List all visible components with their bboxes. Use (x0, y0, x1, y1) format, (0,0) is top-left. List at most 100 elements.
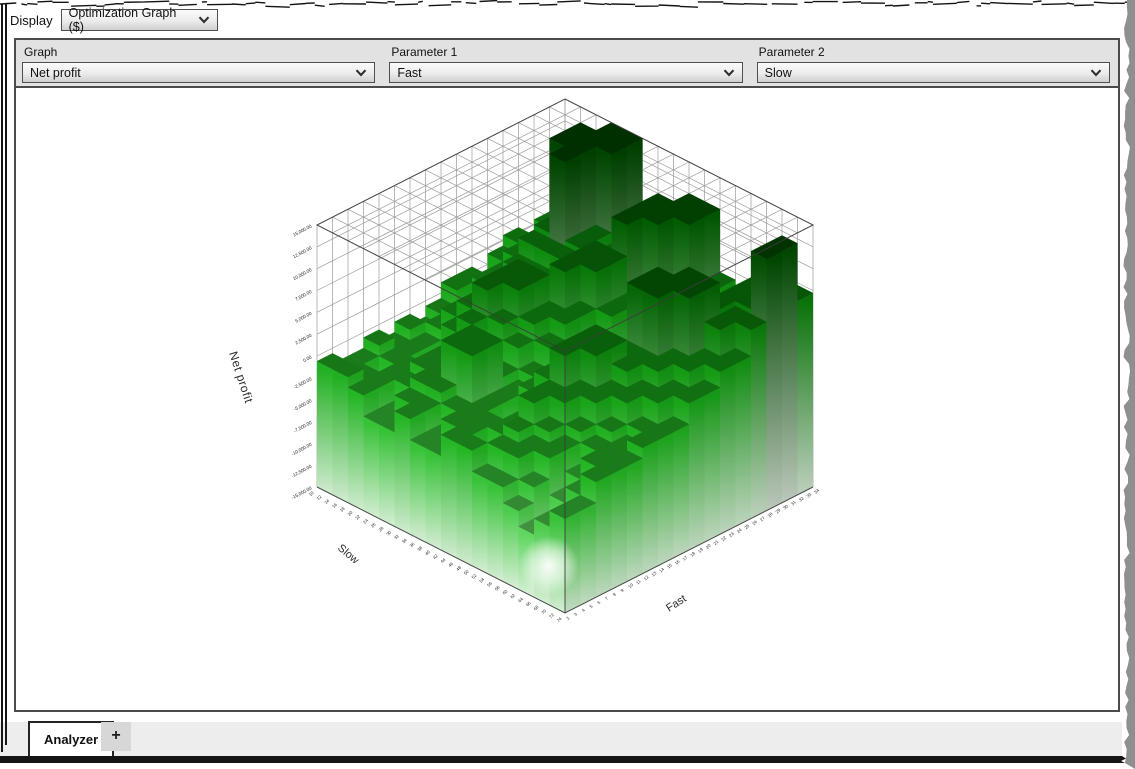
parameter2-dropdown-value: Slow (765, 66, 792, 80)
svg-text:17: 17 (681, 554, 688, 561)
svg-text:42: 42 (432, 553, 439, 560)
svg-text:-12,500.00: -12,500.00 (291, 463, 313, 478)
chart-toolbar: Graph Net profit Parameter 1 Fast Parame… (16, 40, 1118, 88)
svg-text:20: 20 (347, 509, 354, 516)
svg-text:6: 6 (596, 599, 602, 605)
graph-dropdown-value: Net profit (30, 66, 81, 80)
svg-text:58: 58 (494, 584, 501, 591)
add-tab-button[interactable]: + (101, 722, 131, 751)
svg-text:23: 23 (728, 531, 735, 538)
svg-text:27: 27 (759, 515, 766, 522)
svg-text:19: 19 (697, 546, 704, 553)
svg-text:-10,000.00: -10,000.00 (291, 442, 313, 457)
svg-text:3: 3 (573, 611, 579, 617)
svg-text:40: 40 (424, 549, 431, 556)
chevron-down-icon (1090, 69, 1102, 77)
svg-text:28: 28 (767, 511, 774, 518)
svg-text:60: 60 (502, 588, 509, 595)
svg-text:38: 38 (416, 545, 423, 552)
chevron-down-icon (723, 69, 735, 77)
svg-text:18: 18 (689, 550, 696, 557)
svg-text:2,500.00: 2,500.00 (294, 332, 313, 345)
svg-text:12: 12 (316, 494, 323, 501)
svg-text:48: 48 (455, 565, 462, 572)
graph-label: Graph (24, 45, 375, 59)
svg-text:34: 34 (813, 487, 820, 494)
svg-text:26: 26 (751, 519, 758, 526)
svg-text:64: 64 (517, 596, 524, 603)
parameter1-dropdown-value: Fast (397, 66, 421, 80)
svg-text:56: 56 (486, 580, 493, 587)
svg-text:20: 20 (705, 542, 712, 549)
svg-text:66: 66 (525, 600, 532, 607)
parameter1-dropdown[interactable]: Fast (389, 62, 742, 83)
plus-icon: + (111, 727, 120, 744)
svg-text:36: 36 (409, 541, 416, 548)
svg-text:22: 22 (354, 513, 361, 520)
display-bar: Display Optimization Graph ($) (10, 9, 218, 31)
svg-text:10: 10 (627, 582, 634, 589)
svg-text:4: 4 (581, 607, 587, 613)
svg-text:5: 5 (588, 603, 594, 609)
svg-text:29: 29 (774, 507, 781, 514)
parameter2-label: Parameter 2 (759, 45, 1110, 59)
svg-text:25: 25 (743, 523, 750, 530)
svg-text:74: 74 (556, 616, 563, 623)
svg-text:32: 32 (393, 533, 400, 540)
svg-text:7,500.00: 7,500.00 (294, 289, 313, 302)
svg-text:15,000.00: 15,000.00 (292, 223, 313, 237)
surface-plot[interactable]: 1012141618202224262830323436384042444648… (16, 88, 1118, 710)
svg-text:21: 21 (712, 539, 719, 546)
svg-text:8: 8 (612, 591, 618, 597)
svg-text:50: 50 (463, 569, 470, 576)
svg-text:-5,000.00: -5,000.00 (293, 398, 313, 412)
svg-text:2: 2 (565, 615, 571, 621)
svg-text:46: 46 (447, 561, 454, 568)
display-dropdown[interactable]: Optimization Graph ($) (61, 9, 218, 31)
svg-text:22: 22 (720, 535, 727, 542)
display-label: Display (10, 13, 53, 28)
svg-text:-7,500.00: -7,500.00 (293, 420, 313, 434)
chevron-down-icon (355, 69, 367, 77)
chevron-down-icon (198, 16, 210, 24)
svg-text:14: 14 (323, 498, 330, 505)
svg-text:13: 13 (650, 570, 657, 577)
tab-bar (0, 722, 1122, 757)
torn-edge-right (1120, 0, 1135, 769)
svg-text:Slow: Slow (335, 542, 361, 567)
svg-text:12,500.00: 12,500.00 (292, 245, 313, 259)
svg-text:30: 30 (385, 529, 392, 536)
svg-text:10,000.00: 10,000.00 (292, 267, 313, 281)
svg-text:14: 14 (658, 566, 665, 573)
svg-text:44: 44 (440, 557, 447, 564)
svg-text:-2,500.00: -2,500.00 (293, 376, 313, 390)
svg-text:16: 16 (331, 502, 338, 509)
svg-text:24: 24 (362, 517, 369, 524)
svg-text:28: 28 (378, 525, 385, 532)
svg-text:Net profit: Net profit (226, 350, 256, 406)
parameter2-dropdown[interactable]: Slow (757, 62, 1110, 83)
optimization-surface-chart[interactable]: 1012141618202224262830323436384042444648… (16, 88, 1118, 710)
svg-text:18: 18 (339, 506, 346, 513)
svg-text:32: 32 (798, 495, 805, 502)
svg-text:54: 54 (478, 576, 485, 583)
parameter2-column: Parameter 2 Slow (757, 44, 1110, 86)
svg-text:26: 26 (370, 521, 377, 528)
optimizer-panel: Graph Net profit Parameter 1 Fast Parame… (14, 38, 1120, 712)
svg-text:24: 24 (736, 527, 743, 534)
tab-analyzer-label: Analyzer (44, 732, 98, 747)
svg-text:72: 72 (548, 612, 555, 619)
svg-text:33: 33 (805, 491, 812, 498)
svg-text:5,000.00: 5,000.00 (294, 311, 313, 324)
svg-text:16: 16 (674, 558, 681, 565)
svg-text:9: 9 (619, 587, 625, 593)
svg-text:68: 68 (533, 604, 540, 611)
svg-text:Fast: Fast (664, 593, 688, 615)
graph-column: Graph Net profit (22, 44, 375, 86)
parameter1-label: Parameter 1 (391, 45, 742, 59)
svg-text:31: 31 (790, 499, 797, 506)
svg-text:15: 15 (666, 562, 673, 569)
graph-dropdown[interactable]: Net profit (22, 62, 375, 83)
window-left-inner-border (5, 4, 7, 745)
svg-text:30: 30 (782, 503, 789, 510)
